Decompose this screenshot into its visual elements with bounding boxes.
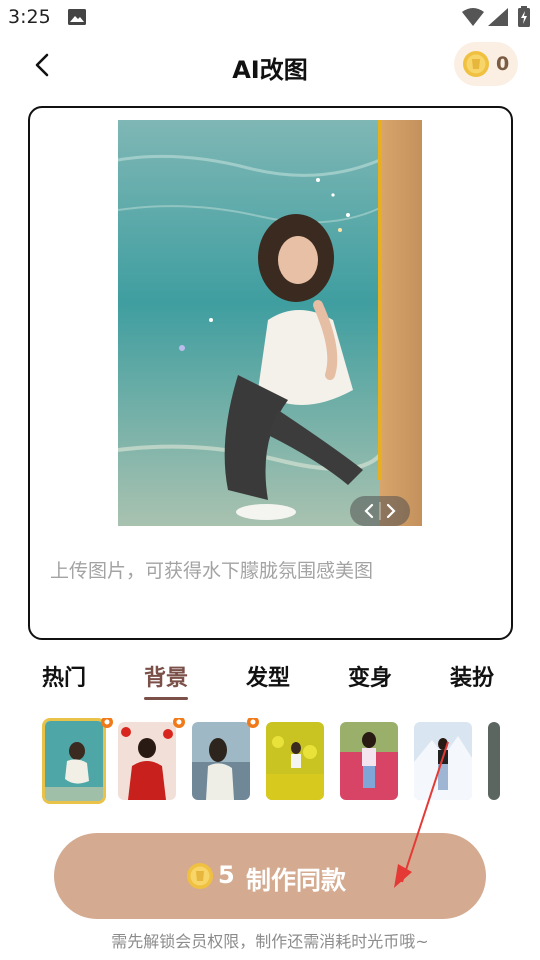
status-time: 3:25 <box>8 6 51 28</box>
template-tulip-field[interactable] <box>340 722 398 800</box>
preview-card: 上传图片，可获得水下朦胧氛围感美图 <box>28 106 513 640</box>
template-red-festive[interactable] <box>118 722 176 800</box>
coin-balance: 0 <box>496 53 510 75</box>
template-flower-field[interactable] <box>266 722 324 800</box>
template-snow-mountain[interactable] <box>414 722 472 800</box>
tab-outfit[interactable]: 装扮 <box>450 660 494 692</box>
membership-note: 需先解锁会员权限，制作还需消耗时光币哦~ <box>111 932 429 951</box>
tab-hot[interactable]: 热门 <box>42 660 86 692</box>
preview-image[interactable] <box>118 120 422 526</box>
category-tabs: 热门 背景 发型 变身 装扮 <box>0 660 540 700</box>
upload-prompt-text: 上传图片，可获得水下朦胧氛围感美图 <box>50 560 374 582</box>
chevron-right-icon <box>386 503 396 519</box>
tab-hairstyle[interactable]: 发型 <box>246 660 290 692</box>
tab-background[interactable]: 背景 <box>144 660 189 700</box>
tab-transform[interactable]: 变身 <box>348 660 392 692</box>
cta-label: 制作同款 <box>246 866 347 895</box>
hot-badge-icon <box>247 718 259 728</box>
underwater-portrait-image <box>118 120 422 526</box>
hot-badge-icon <box>173 718 185 728</box>
header: AI改图 0 <box>0 38 540 94</box>
template-seaside[interactable] <box>192 722 250 800</box>
make-same-style-button[interactable]: 5 制作同款 <box>54 833 486 919</box>
coin-icon <box>187 863 213 889</box>
battery-icon <box>518 6 530 27</box>
cta-cost: 5 <box>218 861 235 889</box>
photo-icon <box>68 9 86 25</box>
hot-badge-icon <box>101 718 113 728</box>
signal-icon <box>488 8 508 26</box>
template-partial[interactable] <box>488 722 500 800</box>
template-underwater[interactable] <box>42 718 106 804</box>
compare-toggle[interactable] <box>350 496 410 526</box>
coin-balance-pill[interactable]: 0 <box>454 42 518 86</box>
chevron-left-icon <box>364 503 374 519</box>
active-tab-indicator <box>144 697 189 700</box>
coin-icon <box>463 51 489 77</box>
wifi-icon <box>462 8 484 26</box>
status-bar: 3:25 <box>0 0 540 38</box>
template-list <box>0 718 540 808</box>
